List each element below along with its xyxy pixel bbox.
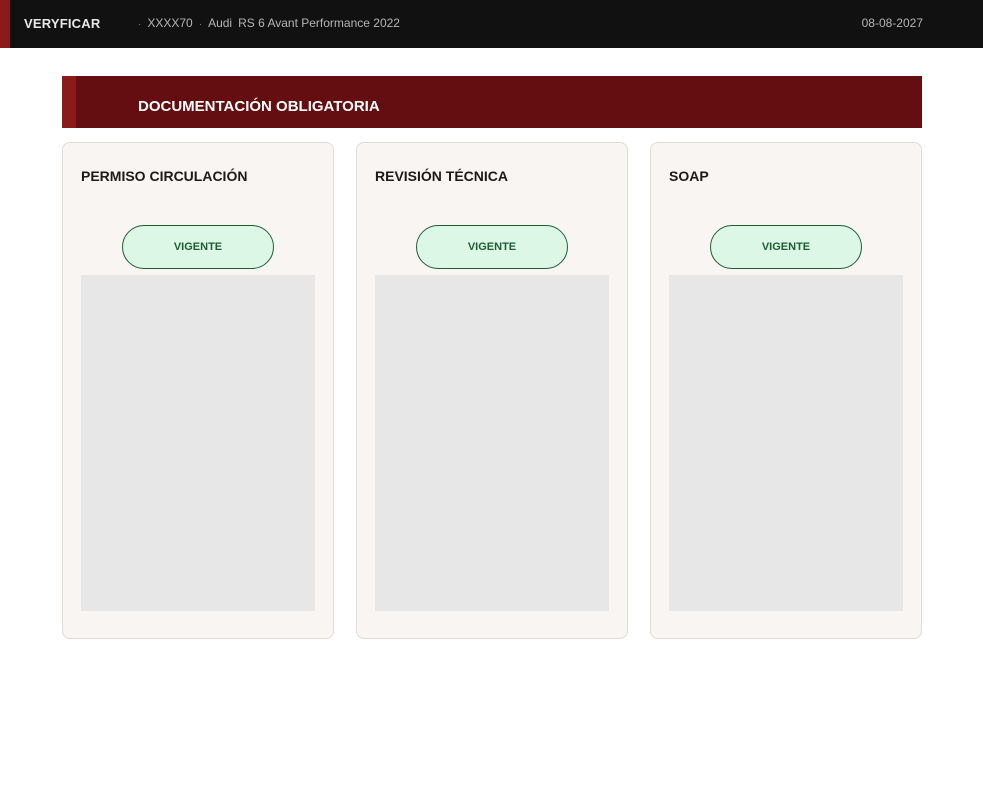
status-badge: VIGENTE — [710, 225, 862, 269]
document-card-revision[interactable]: REVISIÓN TÉCNICA VIGENTE — [356, 142, 628, 639]
topbar-accent-stripe — [0, 0, 10, 48]
vehicle-breadcrumb: · XXXX70 · Audi RS 6 Avant Performance 2022 — [138, 16, 400, 30]
status-badge: VIGENTE — [416, 225, 568, 269]
document-preview[interactable] — [375, 275, 609, 611]
document-preview[interactable] — [81, 275, 315, 611]
document-preview[interactable] — [669, 275, 903, 611]
brand-logo[interactable]: VERYFICAR — [24, 16, 100, 31]
status-badge: VIGENTE — [122, 225, 274, 269]
top-bar: VERYFICAR · XXXX70 · Audi RS 6 Avant Perform… — [0, 0, 983, 48]
breadcrumb-separator: · — [198, 19, 203, 30]
section-title: DOCUMENTACIÓN OBLIGATORIA — [138, 98, 380, 115]
section-header: DOCUMENTACIÓN OBLIGATORIA — [62, 76, 922, 128]
card-title: PERMISO CIRCULACIÓN — [81, 168, 248, 184]
vehicle-model: RS 6 Avant Performance 2022 — [238, 16, 400, 30]
section-accent-bar — [62, 76, 76, 128]
vehicle-plate: XXXX70 — [147, 16, 193, 30]
document-card-permiso[interactable]: PERMISO CIRCULACIÓN VIGENTE — [62, 142, 334, 639]
document-card-soap[interactable]: SOAP VIGENTE — [650, 142, 922, 639]
header-date: 08-08-2027 — [861, 16, 923, 30]
card-title: REVISIÓN TÉCNICA — [375, 168, 509, 184]
breadcrumb-separator: · — [138, 19, 142, 30]
vehicle-make: Audi — [208, 16, 233, 30]
card-title: SOAP — [669, 168, 709, 184]
